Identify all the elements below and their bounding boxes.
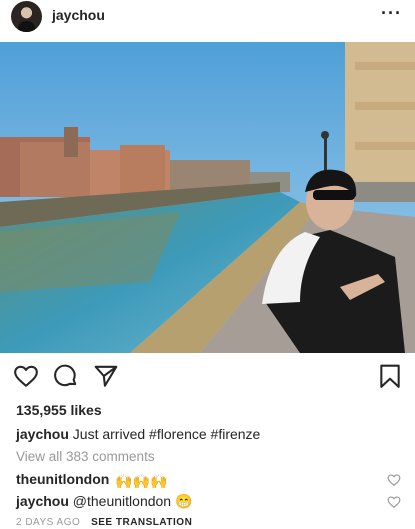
heart-icon[interactable] (387, 473, 401, 487)
heart-icon[interactable] (387, 495, 401, 509)
caption-text: Just arrived #florence #firenze (72, 426, 261, 442)
comment-bubble-icon[interactable] (53, 363, 79, 389)
photo-florence-river (0, 42, 415, 353)
comment-text: @theunitlondon 😁 (72, 493, 193, 509)
comment-item: jaychou @theunitlondon 😁 (16, 493, 192, 510)
post-header: jaychou ··· (0, 0, 415, 33)
likes-count[interactable]: 135,955 likes (16, 402, 102, 418)
comment-item: theunitlondon 🙌🙌🙌 (16, 471, 168, 488)
caption-username[interactable]: jaychou (16, 426, 69, 442)
post-photo[interactable] (0, 42, 415, 353)
more-options-icon[interactable]: ··· (381, 3, 402, 24)
post-timestamp: 2 DAYS AGO (16, 517, 81, 528)
bookmark-icon[interactable] (377, 363, 403, 389)
see-translation-button[interactable]: SEE TRANSLATION (91, 517, 192, 528)
post-meta: 2 DAYS AGO SEE TRANSLATION (16, 517, 192, 528)
post-actions (0, 363, 415, 391)
avatar[interactable] (11, 1, 42, 32)
comment-text: 🙌🙌🙌 (115, 473, 168, 489)
post-username[interactable]: jaychou (52, 7, 105, 23)
paper-plane-icon[interactable] (93, 363, 119, 389)
post-caption: jaychou Just arrived #florence #firenze (16, 426, 260, 442)
view-all-comments-link[interactable]: View all 383 comments (16, 449, 155, 464)
comment-username[interactable]: jaychou (16, 493, 69, 509)
heart-icon[interactable] (13, 363, 39, 389)
comment-username[interactable]: theunitlondon (16, 471, 109, 487)
